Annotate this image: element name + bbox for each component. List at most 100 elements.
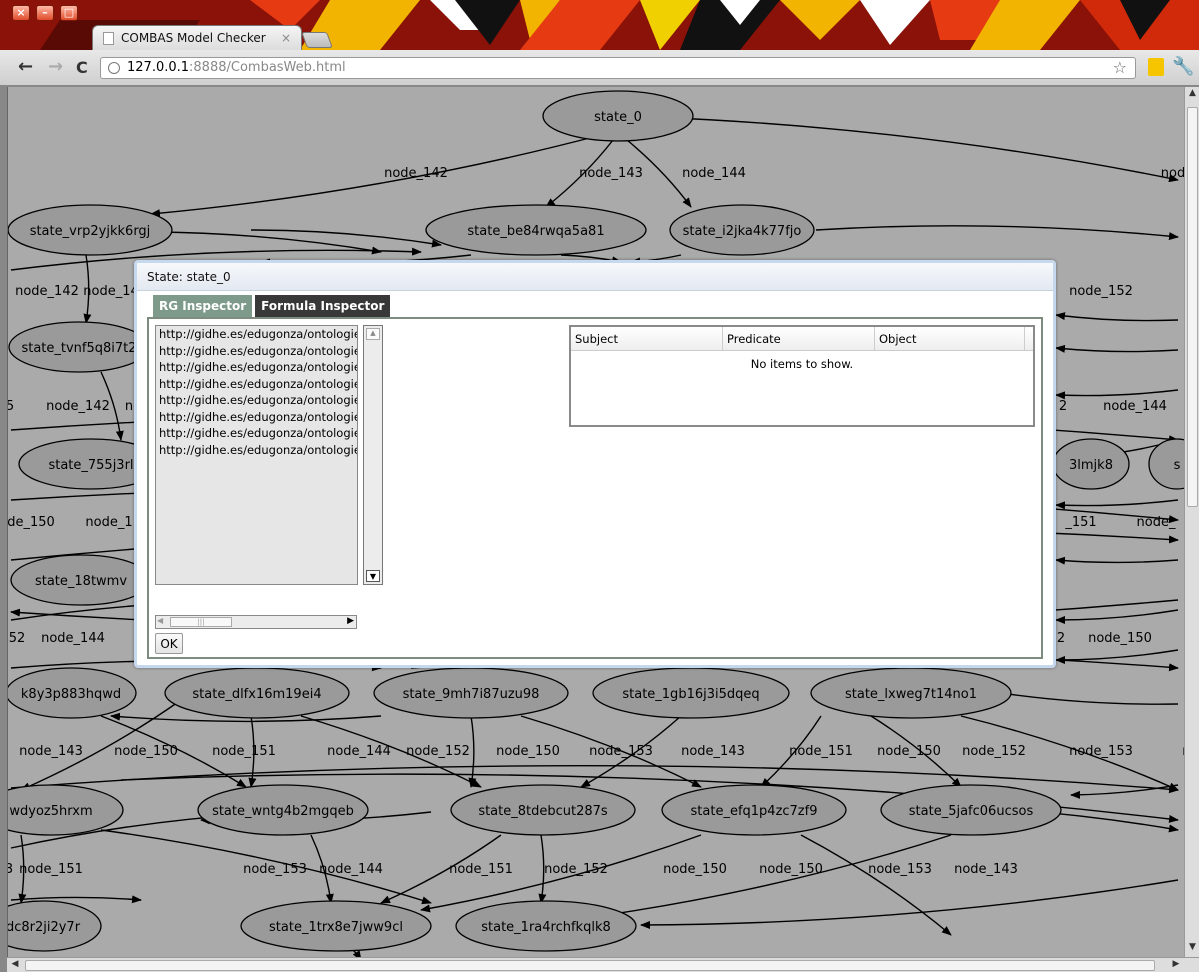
graph-edge xyxy=(1055,344,1179,353)
column-object[interactable]: Object xyxy=(875,327,1025,351)
state-node[interactable]: dc8r2ji2y7r xyxy=(8,900,102,952)
edge-label: node_153 xyxy=(1069,744,1133,759)
tab-rg-inspector[interactable]: RG Inspector xyxy=(153,295,253,317)
state-node[interactable]: state_tvnf5q8i7t2 xyxy=(8,321,150,373)
tab-close-icon[interactable]: × xyxy=(281,26,291,50)
wrench-icon[interactable]: 🔧 xyxy=(1172,56,1194,77)
back-icon[interactable]: ← xyxy=(18,56,33,77)
state-node[interactable]: state_5jafc06ucsos xyxy=(880,784,1062,836)
scroll-thumb[interactable] xyxy=(1187,107,1198,507)
list-item[interactable]: http://gidhe.es/edugonza/ontologie xyxy=(156,392,357,409)
scroll-thumb[interactable] xyxy=(25,960,1155,971)
state-dialog: State: state_0 RG Inspector Formula Insp… xyxy=(134,260,1056,668)
state-node[interactable]: state_1gb16j3i5dqeq xyxy=(592,667,790,719)
edge-label: node_153 xyxy=(868,862,932,877)
state-label: 3lmjk8 xyxy=(1069,458,1113,473)
graph-edge xyxy=(10,895,142,904)
state-node[interactable]: state_18twmv xyxy=(10,554,152,606)
list-item[interactable]: http://gidhe.es/edugonza/ontologie xyxy=(156,442,357,459)
browser-tab[interactable]: COMBAS Model Checker × xyxy=(92,25,302,50)
list-item[interactable]: http://gidhe.es/edugonza/ontologie xyxy=(156,359,357,376)
edge-label: 5 xyxy=(8,399,14,414)
state-node[interactable]: state_0 xyxy=(542,90,694,142)
page-icon xyxy=(103,32,114,45)
list-item[interactable]: http://gidhe.es/edugonza/ontologie xyxy=(156,409,357,426)
uri-list[interactable]: http://gidhe.es/edugonza/ontologie http:/… xyxy=(155,325,358,585)
state-node[interactable]: state_be84rwqa5a81 xyxy=(425,204,647,256)
extension-icon[interactable] xyxy=(1148,58,1164,76)
graph-edge xyxy=(815,225,1179,241)
state-label: state_efq1p4zc7zf9 xyxy=(691,804,818,819)
state-node[interactable]: state_8tdebcut287s xyxy=(450,784,636,836)
edge-label: _151 xyxy=(1064,515,1096,530)
state-node[interactable]: state_lxweg7t14no1 xyxy=(810,667,1012,719)
state-node[interactable]: state_9mh7i87uzu98 xyxy=(373,667,569,719)
list-item[interactable]: http://gidhe.es/edugonza/ontologie xyxy=(156,425,357,442)
graph-edge xyxy=(150,231,382,255)
rg-inspector-panel: http://gidhe.es/edugonza/ontologie http:/… xyxy=(147,317,1043,659)
tab-formula-inspector[interactable]: Formula Inspector xyxy=(255,295,391,317)
state-node[interactable]: state_1trx8e7jww9cl xyxy=(240,900,432,952)
reload-icon[interactable]: C xyxy=(76,58,88,77)
graph-edge xyxy=(1055,499,1179,510)
window-maximize-button[interactable]: □ xyxy=(60,5,78,21)
list-item[interactable]: http://gidhe.es/edugonza/ontologie xyxy=(156,343,357,360)
ok-button[interactable]: OK xyxy=(155,633,183,654)
scroll-down-icon[interactable]: ▼ xyxy=(366,570,380,582)
uri-list-vertical-scrollbar[interactable]: ▲ ▼ xyxy=(363,325,383,585)
state-node[interactable]: state_wntg4b2mgqeb xyxy=(197,784,369,836)
window-minimize-button[interactable]: – xyxy=(36,5,54,21)
graph-edge xyxy=(1055,389,1179,400)
triples-table[interactable]: Subject Predicate Object No items to sho… xyxy=(569,325,1035,427)
state-node[interactable]: k8y3p883hqwd xyxy=(8,667,137,719)
table-header: Subject Predicate Object xyxy=(571,327,1033,351)
new-tab-button[interactable] xyxy=(301,32,333,48)
forward-icon[interactable]: → xyxy=(48,56,63,77)
window-close-button[interactable]: × xyxy=(12,5,30,21)
state-node[interactable]: state_i2jka4k77fjo xyxy=(669,204,815,256)
scroll-down-icon[interactable]: ▼ xyxy=(1186,942,1199,956)
page-vertical-scrollbar[interactable]: ▲ ▼ xyxy=(1184,87,1199,957)
state-node[interactable]: state_dlfx16m19ei4 xyxy=(164,667,350,719)
edge-label: node_143 xyxy=(19,744,83,759)
column-predicate[interactable]: Predicate xyxy=(723,327,875,351)
edge-label: node_151 xyxy=(212,744,276,759)
state-label: state_0 xyxy=(594,110,642,125)
edge-label: node_14 xyxy=(83,284,139,299)
scroll-left-icon[interactable]: ◀ xyxy=(8,959,22,972)
column-subject[interactable]: Subject xyxy=(571,327,723,351)
graph-edge xyxy=(1055,609,1179,624)
state-label: state_9mh7i87uzu98 xyxy=(403,687,540,702)
address-bar[interactable]: 127.0.0.1:8888/CombasWeb.html ☆ xyxy=(100,57,1136,79)
state-node[interactable]: state_1ra4rchfkqlk8 xyxy=(455,900,637,952)
uri-list-horizontal-scrollbar[interactable]: ◀ ||| ▶ xyxy=(155,615,357,629)
list-item[interactable]: http://gidhe.es/edugonza/ontologie xyxy=(156,376,357,393)
scroll-right-icon[interactable]: ▶ xyxy=(1169,959,1183,972)
state-node[interactable]: wdyoz5hrxm xyxy=(8,784,124,836)
dialog-title[interactable]: State: state_0 xyxy=(137,263,1053,291)
state-node[interactable]: state_vrp2yjkk6rgj xyxy=(8,204,173,256)
page-info-icon[interactable] xyxy=(108,62,120,74)
state-label: state_be84rwqa5a81 xyxy=(467,224,604,239)
scroll-up-icon[interactable]: ▲ xyxy=(366,328,380,340)
state-label: state_tvnf5q8i7t2 xyxy=(21,341,136,356)
edge-label: node_150 xyxy=(663,862,727,877)
state-label: state_i2jka4k77fjo xyxy=(683,224,802,239)
scroll-left-icon[interactable]: ◀ xyxy=(157,616,163,625)
page-horizontal-scrollbar[interactable]: ◀ ▶ xyxy=(7,957,1199,972)
state-label: state_18twmv xyxy=(35,574,127,589)
state-label: dc8r2ji2y7r xyxy=(8,920,81,935)
scroll-up-icon[interactable]: ▲ xyxy=(1186,88,1199,102)
state-node[interactable]: 3lmjk8 xyxy=(1052,438,1130,490)
scroll-right-icon[interactable]: ▶ xyxy=(347,616,354,626)
edge-label: node_144 xyxy=(327,744,391,759)
graph-edge xyxy=(1055,649,1179,664)
edge-label: node_153 xyxy=(243,862,307,877)
bookmark-star-icon[interactable]: ☆ xyxy=(1113,58,1127,78)
list-item[interactable]: http://gidhe.es/edugonza/ontologie xyxy=(156,326,357,343)
scroll-thumb[interactable]: ||| xyxy=(170,617,232,627)
state-node[interactable]: state_efq1p4zc7zf9 xyxy=(661,784,847,836)
edge-label: de_150 xyxy=(8,515,55,530)
edge-label: node_142 xyxy=(384,166,448,181)
state-label: state_8tdebcut287s xyxy=(478,804,608,819)
